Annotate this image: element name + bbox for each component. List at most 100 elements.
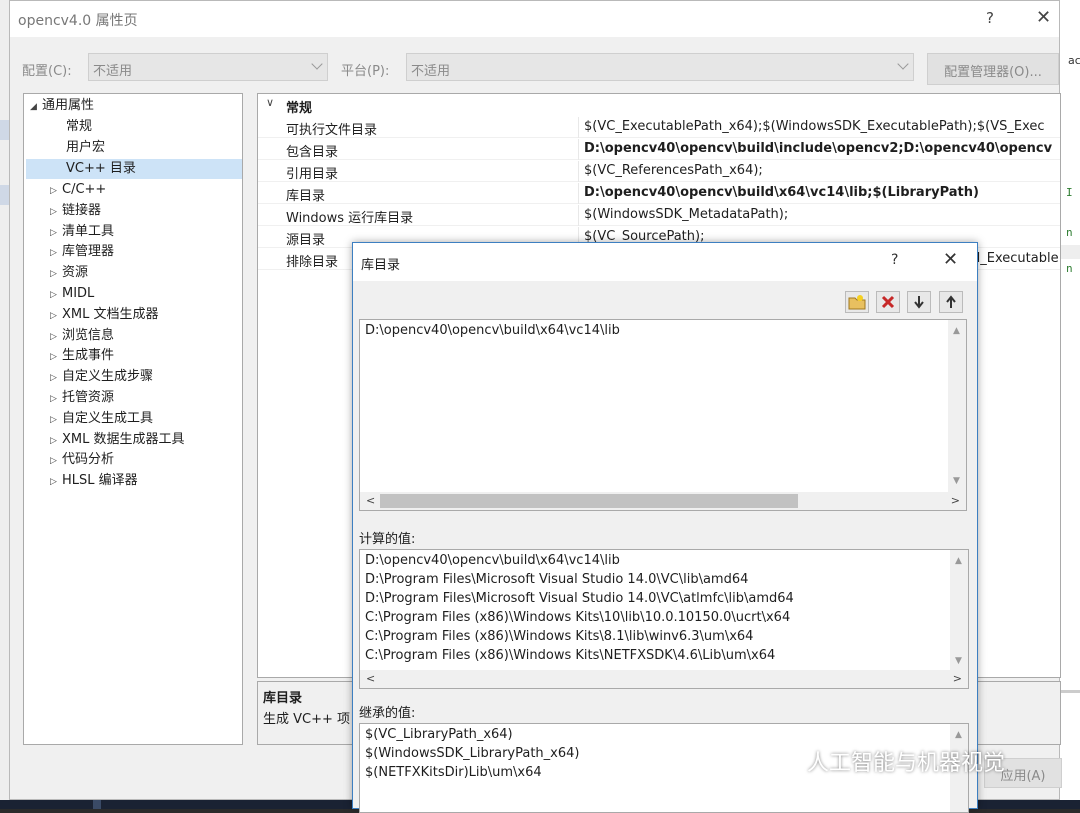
property-row[interactable]: Windows 运行库目录 $(WindowsSDK_MetadataPath); xyxy=(258,205,1060,226)
property-row[interactable]: 包含目录 D:\opencv40\opencv\build\include\ope… xyxy=(258,139,1060,160)
property-name: 库目录 xyxy=(286,189,326,204)
configuration-value: 不适用 xyxy=(93,64,133,79)
move-up-button[interactable] xyxy=(939,291,963,313)
dialog-close-button[interactable]: ✕ xyxy=(943,249,958,270)
column-divider[interactable] xyxy=(578,117,579,138)
property-value[interactable]: d_Executable xyxy=(972,251,1060,266)
help-button[interactable]: ? xyxy=(986,9,994,27)
tree-item[interactable]: ▷ 浏览信息 xyxy=(50,326,114,346)
description-text: 生成 VC++ 项 xyxy=(263,712,351,727)
property-value[interactable]: $(WindowsSDK_MetadataPath); xyxy=(584,207,1060,222)
tree-item[interactable]: ▷ 库管理器 xyxy=(50,242,114,262)
tree-item-vc-directories[interactable]: VC++ 目录 xyxy=(26,159,242,179)
horizontal-scrollbar[interactable]: < > xyxy=(360,670,968,688)
grid-section-general[interactable]: ∨ 常规 xyxy=(258,94,1060,116)
tree-item-label: 库管理器 xyxy=(62,244,115,260)
tree-item[interactable]: ▷ 自定义生成步骤 xyxy=(50,367,153,387)
configuration-manager-button[interactable]: 配置管理器(O)... xyxy=(927,53,1059,85)
scroll-right-icon[interactable]: > xyxy=(951,494,960,507)
tree-item[interactable]: ▷ 生成事件 xyxy=(50,346,114,366)
scroll-down-icon[interactable]: ▼ xyxy=(953,476,960,486)
computed-value-line: D:\opencv40\opencv\build\x64\vc14\lib xyxy=(365,553,620,568)
tree-item[interactable]: ▷ 资源 xyxy=(50,263,88,283)
delete-x-icon xyxy=(881,295,895,309)
delete-button[interactable] xyxy=(876,291,900,313)
collapsed-triangle-icon: ▷ xyxy=(50,456,57,467)
tree-item[interactable]: ▷ MIDL xyxy=(50,284,94,304)
property-name: 可执行文件目录 xyxy=(286,123,378,138)
tree-item-label: 自定义生成步骤 xyxy=(62,369,154,385)
platform-value: 不适用 xyxy=(411,64,451,79)
dialog-help-button[interactable]: ? xyxy=(891,252,898,268)
tree-item[interactable]: ▷ 托管资源 xyxy=(50,388,114,408)
tree-item[interactable]: ▷ 清单工具 xyxy=(50,222,114,242)
scroll-up-icon[interactable]: ▲ xyxy=(955,730,962,740)
tree-item[interactable]: ▷ 链接器 xyxy=(50,201,101,221)
tree-item[interactable]: ▷ 自定义生成工具 xyxy=(50,409,153,429)
background-marker xyxy=(0,185,9,205)
configuration-row: 配置(C): 不适用 平台(P): 不适用 配置管理器(O)... xyxy=(10,53,1059,85)
collapsed-triangle-icon: ▷ xyxy=(50,373,57,384)
directory-list-editor[interactable]: D:\opencv40\opencv\build\x64\vc14\lib ▲ … xyxy=(359,319,967,511)
tree-item[interactable]: ▷ XML 数据生成器工具 xyxy=(50,430,185,450)
background-code: n xyxy=(1066,226,1073,239)
column-divider[interactable] xyxy=(578,183,579,204)
close-button[interactable]: ✕ xyxy=(1036,7,1051,28)
directory-entry[interactable]: D:\opencv40\opencv\build\x64\vc14\lib xyxy=(365,323,620,338)
new-line-button[interactable] xyxy=(845,291,869,313)
configuration-select[interactable]: 不适用 xyxy=(88,53,328,81)
inherited-values-label: 继承的值: xyxy=(359,706,416,721)
horizontal-scrollbar[interactable]: < > xyxy=(360,492,966,510)
property-row[interactable]: 库目录 D:\opencv40\opencv\build\x64\vc14\lib… xyxy=(258,183,1060,204)
tree-item[interactable]: ▷ HLSL 编译器 xyxy=(50,471,138,491)
vertical-scrollbar[interactable]: ▲ ▼ xyxy=(950,550,968,672)
computed-value-line: C:\Program Files (x86)\Windows Kits\NETF… xyxy=(365,648,776,663)
tree-item[interactable]: ▷ 代码分析 xyxy=(50,450,114,470)
vertical-scrollbar[interactable]: ▲ ▼ xyxy=(948,320,966,492)
column-divider[interactable] xyxy=(578,139,579,160)
property-row[interactable]: 引用目录 $(VC_ReferencesPath_x64); xyxy=(258,161,1060,182)
scroll-left-icon[interactable]: < xyxy=(366,672,375,685)
tree-item-label: 链接器 xyxy=(62,202,102,218)
configuration-label: 配置(C): xyxy=(22,64,72,79)
property-row[interactable]: 可执行文件目录 $(VC_ExecutablePath_x64);$(Window… xyxy=(258,117,1060,138)
collapsed-triangle-icon: ▷ xyxy=(50,290,57,300)
section-title: 常规 xyxy=(286,101,313,116)
move-down-button[interactable] xyxy=(907,291,931,313)
tree-item[interactable]: ▷ C/C++ xyxy=(50,180,106,200)
tree-item-common-properties[interactable]: ◢ 通用属性 xyxy=(30,96,94,116)
inherited-value-line: $(NETFXKitsDir)Lib\um\x64 xyxy=(365,765,542,780)
tree-item[interactable]: ▷ XML 文档生成器 xyxy=(50,305,159,325)
column-divider[interactable] xyxy=(578,205,579,226)
property-value[interactable]: D:\opencv40\opencv\build\include\opencv2… xyxy=(584,141,1060,156)
background-left-strip xyxy=(0,0,9,809)
property-value[interactable]: $(VC_ExecutablePath_x64);$(WindowsSDK_Ex… xyxy=(584,119,1060,134)
column-divider[interactable] xyxy=(578,161,579,182)
tree-item-label: 生成事件 xyxy=(62,348,115,364)
property-name: 排除目录 xyxy=(286,255,339,270)
window-title: opencv4.0 属性页 xyxy=(18,13,138,29)
scroll-up-icon[interactable]: ▲ xyxy=(955,556,962,566)
tree-item-label: MIDL xyxy=(62,286,95,301)
property-name: Windows 运行库目录 xyxy=(286,211,414,226)
property-name: 源目录 xyxy=(286,233,326,248)
tree-item-label: XML 文档生成器 xyxy=(62,306,159,322)
tree-item-user-macros[interactable]: 用户宏 xyxy=(66,138,105,158)
new-folder-icon xyxy=(848,295,866,310)
scroll-down-icon[interactable]: ▼ xyxy=(955,656,962,666)
property-value[interactable]: $(VC_ReferencesPath_x64); xyxy=(584,163,1060,178)
collapsed-triangle-icon: ▷ xyxy=(50,227,57,238)
tree-item-general[interactable]: 常规 xyxy=(66,117,92,137)
platform-select[interactable]: 不适用 xyxy=(406,53,914,81)
scrollbar-thumb[interactable] xyxy=(380,494,798,508)
computed-value-line: C:\Program Files (x86)\Windows Kits\10\l… xyxy=(365,610,791,625)
property-value[interactable]: D:\opencv40\opencv\build\x64\vc14\lib;$(… xyxy=(584,185,1060,200)
background-editor-fragment: ac I n n xyxy=(1060,0,1080,809)
tree-item-label: 代码分析 xyxy=(62,452,115,468)
scroll-left-icon[interactable]: < xyxy=(366,494,375,507)
scroll-up-icon[interactable]: ▲ xyxy=(953,326,960,336)
scroll-right-icon[interactable]: > xyxy=(953,672,962,685)
chevron-down-icon: ∨ xyxy=(266,96,275,109)
computed-value-line: D:\Program Files\Microsoft Visual Studio… xyxy=(365,572,749,587)
tree-item-label: XML 数据生成器工具 xyxy=(62,431,185,447)
